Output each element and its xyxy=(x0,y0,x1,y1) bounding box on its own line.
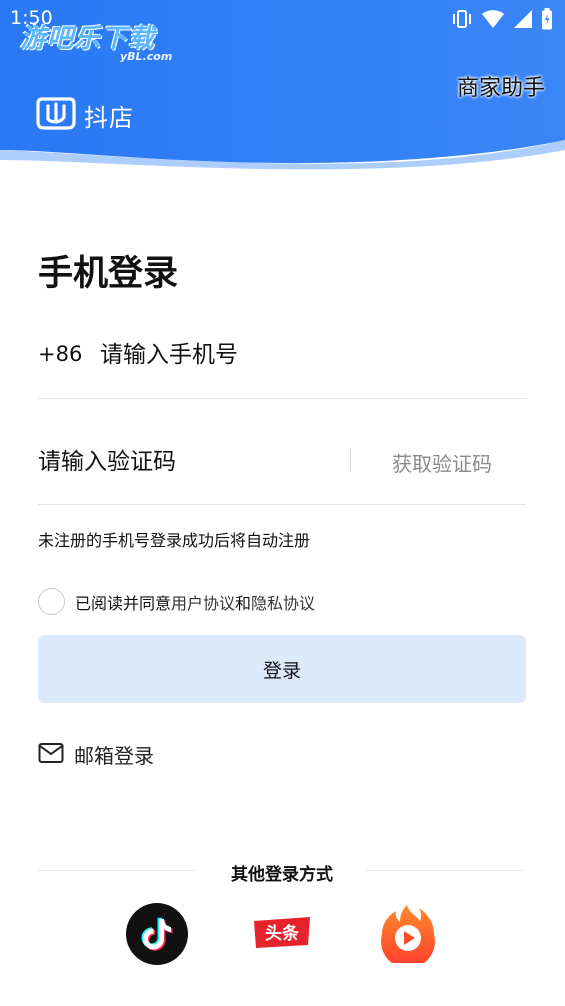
user-agreement-link[interactable]: 用户协议 xyxy=(171,590,235,614)
phone-input[interactable] xyxy=(100,338,500,372)
battery-icon xyxy=(541,8,553,34)
login-button[interactable]: 登录 xyxy=(38,635,526,703)
toutiao-text: 头条 xyxy=(265,923,300,944)
social-login-row: 头条 xyxy=(0,901,565,969)
phone-row: +86 xyxy=(38,330,526,399)
country-code[interactable]: +86 xyxy=(38,342,82,366)
wifi-icon xyxy=(481,9,505,33)
email-login-button[interactable]: 邮箱登录 xyxy=(38,740,154,769)
vibrate-icon xyxy=(451,9,473,33)
agreement-prefix: 已阅读并同意 xyxy=(75,593,172,613)
code-divider xyxy=(350,448,351,472)
other-login-label: 其他登录方式 xyxy=(231,865,333,885)
douyin-login-button[interactable] xyxy=(126,903,188,965)
toutiao-icon: 头条 xyxy=(251,912,313,956)
privacy-policy-link[interactable]: 隐私协议 xyxy=(251,590,315,614)
verification-code-row: 获取验证码 xyxy=(38,437,526,505)
verification-code-input[interactable] xyxy=(38,445,338,479)
merchant-assistant-link[interactable]: 商家助手 xyxy=(457,70,545,102)
huoshan-icon xyxy=(376,901,438,969)
page-title: 手机登录 xyxy=(38,254,179,294)
brand-name: 抖店 xyxy=(84,103,134,132)
divider-line-right xyxy=(366,870,526,871)
toutiao-login-button[interactable]: 头条 xyxy=(251,903,313,965)
get-code-button[interactable]: 获取验证码 xyxy=(392,448,492,477)
huoshan-login-button[interactable] xyxy=(376,901,438,969)
mail-icon xyxy=(38,742,64,768)
agreement-and: 和 xyxy=(235,593,252,613)
brand: 抖店 xyxy=(36,95,134,135)
email-login-label: 邮箱登录 xyxy=(74,744,154,768)
status-icons xyxy=(451,8,553,34)
register-note: 未注册的手机号登录成功后将自动注册 xyxy=(38,531,311,550)
other-login-divider: 其他登录方式 xyxy=(38,858,526,885)
doudian-logo-icon xyxy=(36,95,76,135)
agreement-row: 已阅读并同意 用户协议 和 隐私协议 xyxy=(38,588,315,615)
signal-icon xyxy=(513,9,533,33)
agreement-checkbox[interactable] xyxy=(38,588,65,615)
header: 1:50 游吧乐下载 yBL.com 商家助手 抖店 xyxy=(0,0,565,170)
douyin-icon xyxy=(137,912,177,956)
watermark-subtext: yBL.com xyxy=(120,50,173,63)
